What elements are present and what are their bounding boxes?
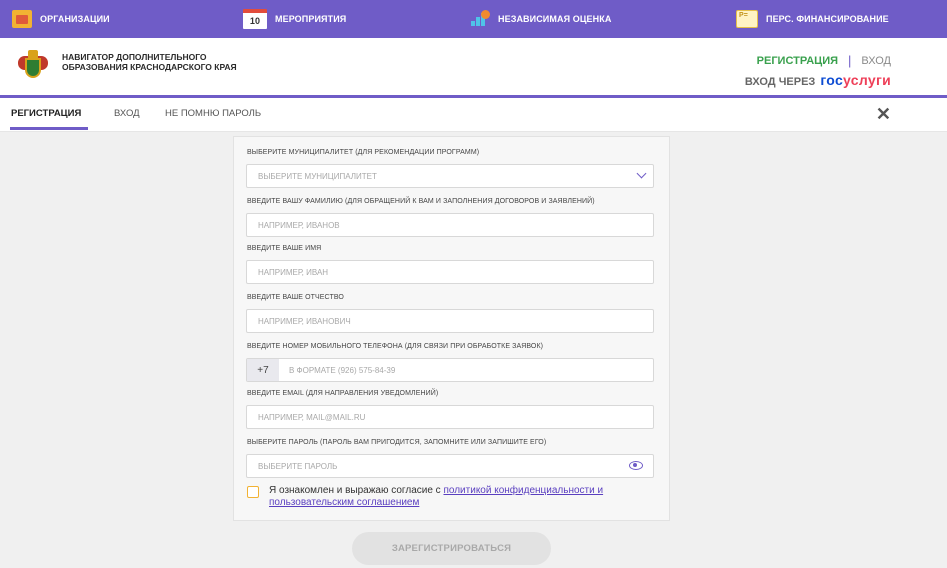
nav-personal-financing[interactable]: P= ПЕРС. ФИНАНСИРОВАНИЕ [736,0,889,38]
name-label: ВВЕДИТЕ ВАШЕ ИМЯ [247,245,322,252]
gosuslugi-prefix: ВХОД ЧЕРЕЗ [744,76,816,88]
surname-placeholder: НАПРИМЕР, ИВАНОВ [258,220,340,230]
email-input[interactable]: НАПРИМЕР, MAIL@MAIL.RU [246,405,654,429]
calendar-icon: 10 [243,9,267,29]
krasnodar-crest-logo[interactable] [18,50,48,84]
registration-area: ВЫБЕРИТЕ МУНИЦИПАЛИТЕТ (ДЛЯ РЕКОМЕНДАЦИИ… [0,132,947,568]
name-placeholder: НАПРИМЕР, ИВАН [258,267,329,277]
auth-separator: | [848,53,852,68]
municipality-label: ВЫБЕРИТЕ МУНИЦИПАЛИТЕТ (ДЛЯ РЕКОМЕНДАЦИИ… [247,149,480,156]
gosuslugi-logo: госуслуги [820,72,891,88]
consent-row: Я ознакомлен и выражаю согласие с полити… [247,485,662,509]
phone-input[interactable]: +7 В ФОРМАТЕ (926) 575-84-39 [246,358,654,382]
eye-icon[interactable] [629,461,643,470]
tab-login[interactable]: ВХОД [114,108,140,119]
gosuslugi-login-link[interactable]: ВХОД ЧЕРЕЗ госуслуги [745,72,891,88]
password-input[interactable]: ВЫБЕРИТЕ ПАРОЛЬ [246,454,654,478]
active-tab-indicator [10,127,88,130]
consent-checkbox[interactable] [247,486,259,498]
email-label: ВВЕДИТЕ EMAIL (ДЛЯ НАПРАВЛЕНИЯ УВЕДОМЛЕН… [247,390,439,397]
login-link[interactable]: ВХОД [861,55,891,67]
nav-personal-financing-label: ПЕРС. ФИНАНСИРОВАНИЕ [766,14,889,24]
email-placeholder: НАПРИМЕР, MAIL@MAIL.RU [258,412,366,422]
surname-label: ВВЕДИТЕ ВАШУ ФАМИЛИЮ (ДЛЯ ОБРАЩЕНИЙ К ВА… [247,198,595,205]
nav-independent-assessment-label: НЕЗАВИСИМАЯ ОЦЕНКА [498,14,612,24]
site-title[interactable]: НАВИГАТОР ДОПОЛНИТЕЛЬНОГО ОБРАЗОВАНИЯ КР… [62,52,242,72]
municipality-placeholder: ВЫБЕРИТЕ МУНИЦИПАЛИТЕТ [258,171,377,181]
auth-links: РЕГИСТРАЦИЯ | ВХОД [757,53,891,68]
tab-registration[interactable]: РЕГИСТРАЦИЯ [11,108,81,119]
certificate-icon: P= [736,10,758,28]
consent-text: Я ознакомлен и выражаю согласие с полити… [269,485,604,508]
nav-independent-assessment[interactable]: НЕЗАВИСИМАЯ ОЦЕНКА [470,0,611,38]
registration-form: ВЫБЕРИТЕ МУНИЦИПАЛИТЕТ (ДЛЯ РЕКОМЕНДАЦИИ… [233,136,670,521]
chevron-down-icon [636,168,647,179]
password-placeholder: ВЫБЕРИТЕ ПАРОЛЬ [258,461,338,471]
surname-input[interactable]: НАПРИМЕР, ИВАНОВ [246,213,654,237]
register-button[interactable]: ЗАРЕГИСТРИРОВАТЬСЯ [352,532,551,565]
top-nav-bar: ОРГАНИЗАЦИИ 10 МЕРОПРИЯТИЯ НЕЗАВИСИМАЯ О… [0,0,947,38]
phone-placeholder: В ФОРМАТЕ (926) 575-84-39 [289,365,396,375]
close-icon[interactable]: ✕ [876,104,891,125]
nav-organizations[interactable]: ОРГАНИЗАЦИИ [12,0,110,38]
organizations-icon [12,10,32,28]
chart-icon [470,10,490,28]
municipality-select[interactable]: ВЫБЕРИТЕ МУНИЦИПАЛИТЕТ [246,164,654,188]
auth-tabs: РЕГИСТРАЦИЯ ВХОД НЕ ПОМНЮ ПАРОЛЬ ✕ [0,98,947,132]
nav-events-label: МЕРОПРИЯТИЯ [275,14,347,24]
tab-forgot-password[interactable]: НЕ ПОМНЮ ПАРОЛЬ [165,108,261,119]
patronymic-placeholder: НАПРИМЕР, ИВАНОВИЧ [258,316,351,326]
site-header: НАВИГАТОР ДОПОЛНИТЕЛЬНОГО ОБРАЗОВАНИЯ КР… [0,38,947,95]
nav-events[interactable]: 10 МЕРОПРИЯТИЯ [243,0,346,38]
phone-prefix: +7 [247,359,279,381]
password-label: ВЫБЕРИТЕ ПАРОЛЬ (ПАРОЛЬ ВАМ ПРИГОДИТСЯ, … [247,439,547,446]
register-link[interactable]: РЕГИСТРАЦИЯ [757,55,838,67]
phone-label: ВВЕДИТЕ НОМЕР МОБИЛЬНОГО ТЕЛЕФОНА (ДЛЯ С… [247,343,544,350]
nav-organizations-label: ОРГАНИЗАЦИИ [40,14,110,24]
name-input[interactable]: НАПРИМЕР, ИВАН [246,260,654,284]
patronymic-label: ВВЕДИТЕ ВАШЕ ОТЧЕСТВО [247,294,344,301]
patronymic-input[interactable]: НАПРИМЕР, ИВАНОВИЧ [246,309,654,333]
